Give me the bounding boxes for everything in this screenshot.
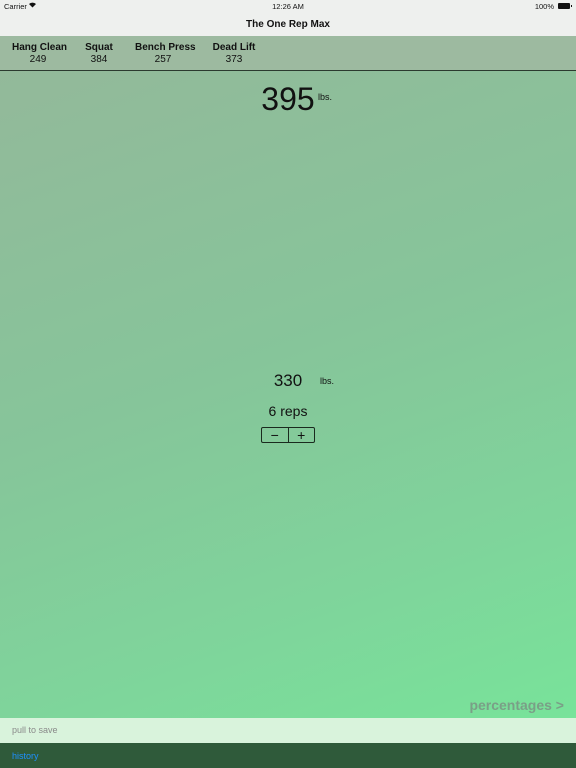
lift-value: 373 (225, 54, 243, 65)
lift-hang-clean[interactable]: Hang Clean 249 (12, 42, 68, 65)
percentages-link[interactable]: percentages > (469, 697, 564, 713)
lift-name: Hang Clean (12, 42, 68, 53)
status-time: 12:26 AM (272, 2, 304, 11)
lift-summary-bar: Hang Clean 249 Squat 384 Bench Press 257… (0, 36, 576, 71)
increment-reps-button[interactable]: + (289, 428, 315, 442)
pull-to-save-bar[interactable]: pull to save (0, 718, 576, 743)
lift-name: Dead Lift (212, 42, 256, 53)
one-rep-max-value: 395 (261, 81, 315, 117)
bottom-bar: history (0, 743, 576, 768)
rep-count: 6 reps (268, 403, 308, 419)
lift-bench-press[interactable]: Bench Press 257 (135, 42, 196, 65)
navigation-bar: The One Rep Max (0, 14, 576, 36)
lift-dead-lift[interactable]: Dead Lift 373 (212, 42, 256, 65)
calculator-area: 395 lbs. 330 lbs. 6 reps − + percentages… (0, 71, 576, 718)
battery-icon (558, 3, 572, 9)
status-bar: Carrier 12:26 AM 100% (0, 0, 576, 14)
lift-value: 384 (90, 54, 108, 65)
lift-name: Squat (85, 42, 113, 53)
page-title: The One Rep Max (246, 19, 330, 30)
battery-percent: 100% (534, 2, 554, 11)
lift-value: 257 (154, 54, 172, 65)
rep-weight-unit: lbs. (320, 376, 335, 386)
lift-squat[interactable]: Squat 384 (84, 42, 114, 65)
rep-weight-value: 330 (273, 371, 303, 390)
pull-to-save-label: pull to save (12, 725, 58, 735)
lift-name: Bench Press (135, 42, 196, 53)
lift-value: 249 (29, 54, 47, 65)
history-link[interactable]: history (12, 751, 39, 761)
reps-stepper: − + (261, 427, 315, 443)
one-rep-max-unit: lbs. (318, 92, 333, 102)
decrement-reps-button[interactable]: − (262, 428, 288, 442)
